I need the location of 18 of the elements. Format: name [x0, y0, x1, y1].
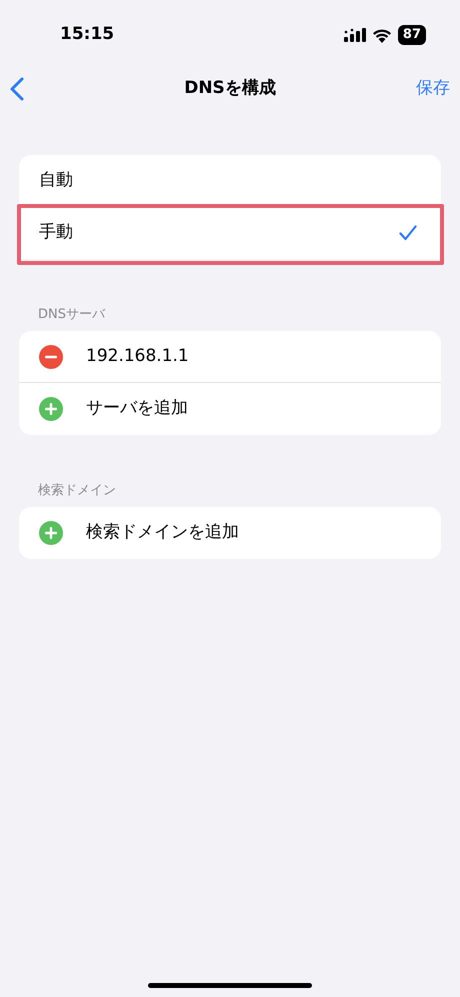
battery-indicator: 87: [398, 25, 426, 45]
add-row-label[interactable]: サーバを追加: [86, 396, 188, 422]
signal-icon: [344, 28, 366, 42]
checkmark-icon: [399, 225, 417, 241]
nav-title: DNSを構成: [184, 77, 276, 100]
plus-icon[interactable]: [39, 521, 63, 545]
minus-icon[interactable]: [39, 344, 63, 368]
save-button[interactable]: 保存: [416, 76, 450, 102]
section-header: DNSサーバ: [37, 306, 106, 323]
plus-icon[interactable]: [39, 397, 63, 421]
mode-option[interactable]: 自動: [19, 155, 441, 207]
server-address: 192.168.1.1: [86, 344, 189, 368]
add-row-label[interactable]: 検索ドメインを追加: [86, 520, 239, 546]
option-label: 自動: [39, 169, 73, 192]
option-label: 手動: [39, 221, 73, 244]
status-time: 15:15: [60, 23, 114, 46]
section-header: 検索ドメイン: [37, 482, 117, 499]
wifi-icon: [372, 28, 392, 42]
